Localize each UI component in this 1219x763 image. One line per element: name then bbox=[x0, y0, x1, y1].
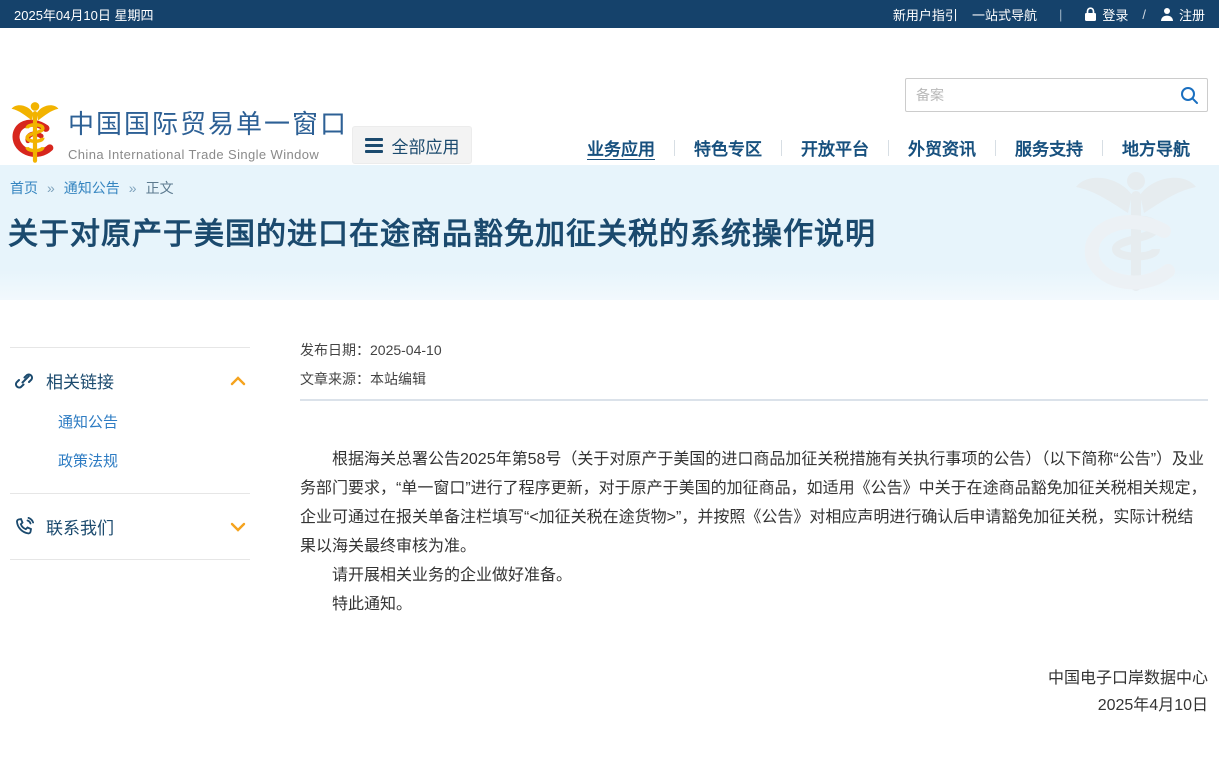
nav-item-trade-news[interactable]: 外贸资讯 bbox=[906, 131, 978, 164]
article-meta: 发布日期：2025-04-10 文章来源：本站编辑 bbox=[300, 340, 1208, 389]
sidebar-section-contact-us: 联系我们 bbox=[10, 493, 250, 560]
breadcrumb-home[interactable]: 首页 bbox=[10, 178, 38, 198]
breadcrumb-separator: » bbox=[129, 180, 137, 196]
article-paragraph: 请开展相关业务的企业做好准备。 bbox=[300, 561, 1208, 590]
nav-item-local-navigation[interactable]: 地方导航 bbox=[1120, 131, 1192, 164]
new-user-guide-link[interactable]: 新用户指引 bbox=[893, 5, 958, 24]
chevron-down-icon bbox=[230, 522, 246, 532]
lock-icon bbox=[1084, 7, 1097, 22]
article-source: 本站编辑 bbox=[370, 371, 426, 387]
site-subtitle: China International Trade Single Window bbox=[68, 147, 348, 162]
sidebar: 相关链接 通知公告 政策法规 联系我们 bbox=[10, 347, 250, 560]
caduceus-logo-icon bbox=[10, 100, 60, 166]
publish-date-row: 发布日期：2025-04-10 bbox=[300, 340, 1208, 360]
page-title: 关于对原产于美国的进口在途商品豁免加征关税的系统操作说明 bbox=[8, 209, 876, 253]
publish-date: 2025-04-10 bbox=[370, 342, 442, 358]
chevron-up-icon bbox=[230, 376, 246, 386]
hamburger-icon bbox=[365, 138, 383, 153]
site-title: 中国国际贸易单一窗口 bbox=[68, 104, 348, 141]
nav-separator bbox=[1102, 140, 1103, 156]
user-icon bbox=[1160, 7, 1174, 21]
site-logo[interactable]: 中国国际贸易单一窗口 China International Trade Sin… bbox=[10, 100, 348, 166]
nav-separator bbox=[781, 140, 782, 156]
sidebar-section-related-links: 相关链接 通知公告 政策法规 bbox=[10, 347, 250, 493]
article-paragraph: 根据海关总署公告2025年第58号（关于对原产于美国的进口商品加征关税措施有关执… bbox=[300, 445, 1208, 561]
all-apps-button[interactable]: 全部应用 bbox=[352, 126, 472, 164]
signature-date: 2025年4月10日 bbox=[300, 692, 1208, 719]
topbar-separator: | bbox=[1051, 7, 1070, 22]
phone-icon bbox=[14, 517, 34, 537]
search-box bbox=[905, 78, 1208, 112]
breadcrumb-separator: » bbox=[47, 180, 55, 196]
nav-item-business-applications[interactable]: 业务应用 bbox=[585, 131, 657, 164]
sidebar-item-policies[interactable]: 政策法规 bbox=[58, 450, 246, 471]
nav-item-featured-zones[interactable]: 特色专区 bbox=[692, 131, 764, 164]
main-nav: 业务应用 特色专区 开放平台 外贸资讯 服务支持 地方导航 bbox=[585, 131, 1192, 164]
search-input[interactable] bbox=[906, 87, 1171, 103]
content: 相关链接 通知公告 政策法规 联系我们 bbox=[0, 300, 1219, 763]
nav-item-service-support[interactable]: 服务支持 bbox=[1013, 131, 1085, 164]
breadcrumb: 首页 » 通知公告 » 正文 bbox=[10, 178, 174, 198]
article-divider bbox=[300, 399, 1208, 401]
article-signature: 中国电子口岸数据中心 2025年4月10日 bbox=[300, 665, 1208, 719]
nav-separator bbox=[888, 140, 889, 156]
topbar-slash: / bbox=[1142, 7, 1146, 22]
article-body: 根据海关总署公告2025年第58号（关于对原产于美国的进口商品加征关税措施有关执… bbox=[300, 445, 1208, 619]
search-icon[interactable] bbox=[1171, 79, 1207, 111]
topbar-date: 2025年04月10日 星期四 bbox=[14, 5, 153, 24]
sidebar-item-notices[interactable]: 通知公告 bbox=[58, 411, 246, 432]
breadcrumb-notices[interactable]: 通知公告 bbox=[64, 178, 120, 198]
nav-separator bbox=[674, 140, 675, 156]
contact-us-header[interactable]: 联系我们 bbox=[14, 514, 246, 539]
contact-us-label: 联系我们 bbox=[46, 514, 230, 539]
nav-item-open-platform[interactable]: 开放平台 bbox=[799, 131, 871, 164]
topbar: 2025年04月10日 星期四 新用户指引 一站式导航 | 登录 / 注册 bbox=[0, 0, 1219, 28]
one-stop-nav-link[interactable]: 一站式导航 bbox=[972, 5, 1037, 24]
page-banner: 首页 » 通知公告 » 正文 关于对原产于美国的进口在途商品豁免加征关税的系统操… bbox=[0, 165, 1219, 300]
nav-separator bbox=[995, 140, 996, 156]
article: 发布日期：2025-04-10 文章来源：本站编辑 根据海关总署公告2025年第… bbox=[300, 340, 1208, 719]
signature-org: 中国电子口岸数据中心 bbox=[300, 665, 1208, 692]
watermark-caduceus-icon bbox=[1071, 167, 1201, 300]
related-links-header[interactable]: 相关链接 bbox=[14, 368, 246, 393]
breadcrumb-current: 正文 bbox=[146, 178, 174, 198]
source-row: 文章来源：本站编辑 bbox=[300, 369, 1208, 389]
link-icon bbox=[14, 371, 34, 391]
article-paragraph: 特此通知。 bbox=[300, 590, 1208, 619]
login-link[interactable]: 登录 bbox=[1084, 5, 1128, 24]
related-links-label: 相关链接 bbox=[46, 368, 230, 393]
header: 中国国际贸易单一窗口 China International Trade Sin… bbox=[0, 28, 1219, 165]
register-link[interactable]: 注册 bbox=[1160, 5, 1205, 24]
